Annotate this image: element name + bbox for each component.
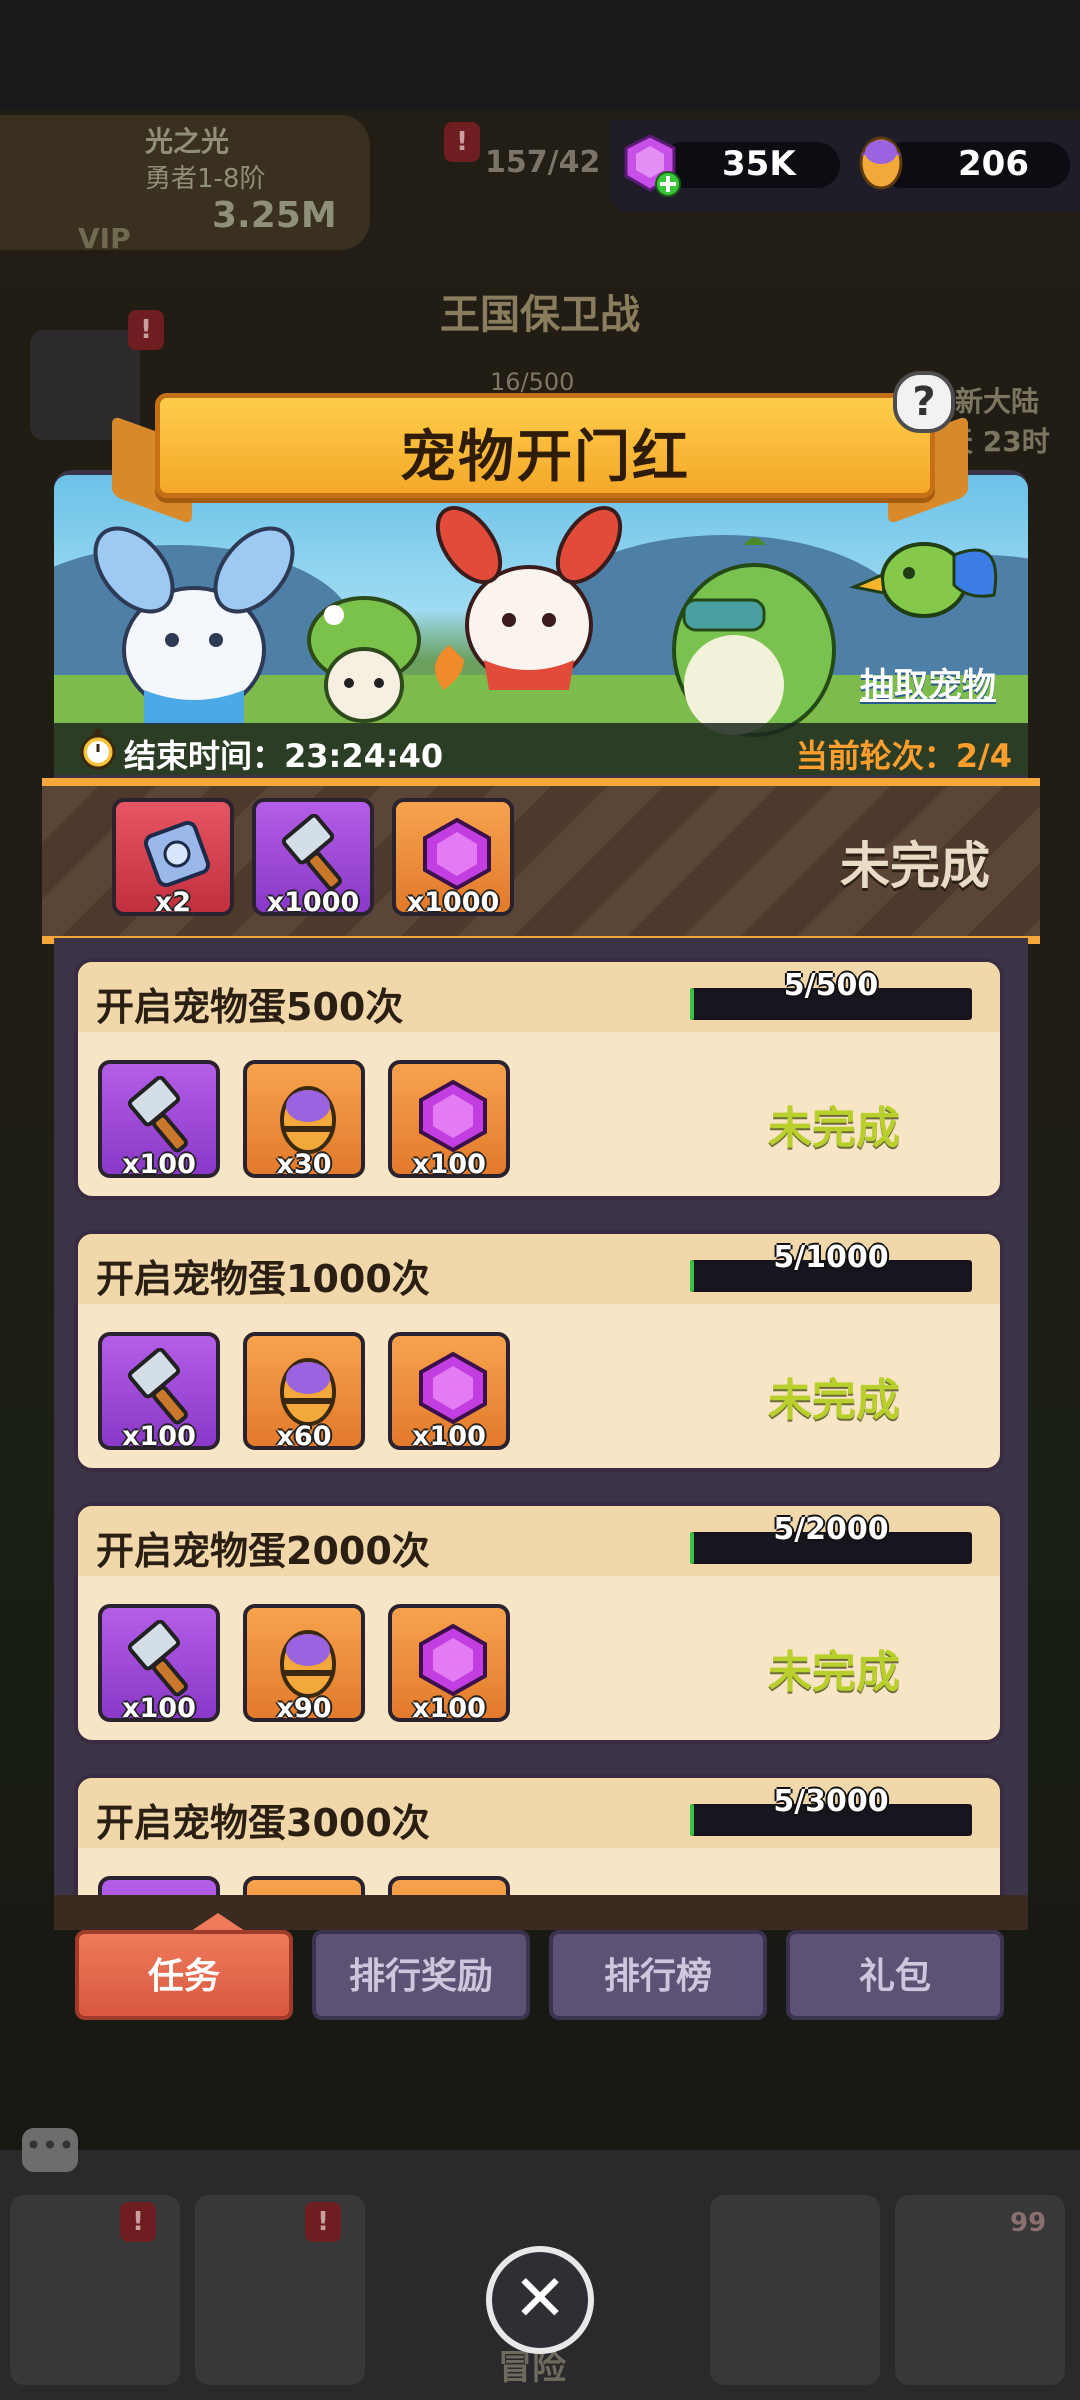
reward-quantity: x30: [276, 1149, 332, 1180]
grand-reward-gem[interactable]: x1000: [392, 798, 514, 918]
hammer-icon: [281, 814, 342, 891]
reward-quantity: x100: [412, 1421, 486, 1452]
gem-icon: [419, 1351, 487, 1425]
close-button[interactable]: ✕: [486, 2246, 594, 2354]
grand-reward-status: 未完成: [840, 837, 990, 895]
task-header: 开启宠物蛋500次 5/500: [78, 962, 1000, 1032]
ticket-icon: [143, 820, 211, 888]
reward-quantity: x100: [122, 1421, 196, 1452]
egg-icon: [280, 1086, 336, 1154]
task-progress-count: 5/1000: [773, 1240, 889, 1275]
modal-title: 宠物开门红: [400, 425, 690, 490]
notification-badge: !: [444, 122, 480, 162]
task-title: 开启宠物蛋3000次: [96, 1801, 430, 1845]
task-reward-gem[interactable]: x100: [388, 1060, 510, 1180]
reward-quantity: x100: [122, 1149, 196, 1180]
egg-icon: [280, 1358, 336, 1426]
task-card: 开启宠物蛋500次 5/500 x100 x30 x100 未完成: [74, 958, 1004, 1200]
new-continent-label: 新大陆: [955, 385, 1040, 418]
parrot-pet: [848, 542, 998, 618]
kingdom-defense-banner: 王国保卫战: [440, 292, 640, 338]
task-header: 开启宠物蛋1000次 5/1000: [78, 1234, 1000, 1304]
reward-quantity: x1000: [266, 887, 360, 918]
gem-icon: [423, 817, 491, 891]
egg-icon: [856, 132, 906, 194]
hammer-icon: [127, 1348, 188, 1425]
gem-balance: 35K: [722, 144, 796, 184]
treasure-count: 99: [1010, 2208, 1047, 2238]
task-progress-count: 5/3000: [773, 1784, 889, 1819]
banner-progress: 16/500: [490, 368, 575, 396]
player-name: 光之光: [145, 125, 230, 158]
reward-quantity: x100: [122, 1693, 196, 1724]
current-round-label: 当前轮次：2/4: [795, 737, 1012, 775]
task-reward-hammer[interactable]: x100: [98, 1332, 220, 1452]
task-card: 开启宠物蛋2000次 5/2000 x100 x90 x100 未完成: [74, 1502, 1004, 1744]
task-card: 开启宠物蛋1000次 5/1000 x100 x60 x100 未完成: [74, 1230, 1004, 1472]
draw-pet-link[interactable]: 抽取宠物: [860, 658, 996, 707]
task-progress-count: 5/2000: [773, 1512, 889, 1547]
task-reward-egg[interactable]: x90: [243, 1604, 365, 1724]
grand-reward-ticket[interactable]: x2: [112, 798, 234, 918]
task-status: 未完成: [768, 1647, 900, 1698]
player-power: 3.25M: [212, 195, 337, 236]
grand-reward-hammer[interactable]: x1000: [252, 798, 374, 918]
task-header: 开启宠物蛋2000次 5/2000: [78, 1506, 1000, 1576]
player-rank: 勇者1-8阶: [145, 164, 266, 194]
task-title: 开启宠物蛋500次: [96, 985, 404, 1029]
reward-quantity: x1000: [406, 887, 500, 918]
title-banner: 宠物开门红: [155, 393, 935, 498]
upgrade-nav-icon: [710, 2195, 880, 2385]
reward-quantity: x90: [276, 1693, 332, 1724]
help-button[interactable]: ?: [893, 371, 955, 433]
notification-badge: !: [120, 2202, 156, 2242]
reward-quantity: x100: [412, 1693, 486, 1724]
stopwatch-icon: [78, 727, 118, 775]
tab-leaderboard[interactable]: 排行榜: [549, 1930, 767, 2020]
tab-rank-rewards[interactable]: 排行奖励: [312, 1930, 530, 2020]
vip-label: VIP: [78, 222, 131, 255]
fire-fox-pet: [435, 505, 623, 690]
task-reward-gem[interactable]: x100: [388, 1332, 510, 1452]
task-reward-egg[interactable]: x60: [243, 1332, 365, 1452]
reward-quantity: x60: [276, 1421, 332, 1452]
task-reward-hammer[interactable]: x100: [98, 1604, 220, 1724]
task-reward-gem[interactable]: x100: [388, 1604, 510, 1724]
end-time-label: 结束时间：23:24:40: [124, 737, 444, 775]
task-card: 开启宠物蛋3000次 5/3000: [74, 1774, 1004, 1898]
task-status: 未完成: [768, 1103, 900, 1154]
reward-quantity: x100: [412, 1149, 486, 1180]
hammer-icon: [127, 1076, 188, 1153]
egg-icon: [280, 1630, 336, 1698]
frog-pet: [672, 537, 836, 737]
task-progress-count: 5/500: [783, 968, 879, 1003]
grand-reward-strip: x2 x1000 x1000 未完成: [42, 778, 1040, 944]
gem-icon: [419, 1623, 487, 1697]
gem-add-icon[interactable]: [622, 132, 682, 202]
reward-quantity: x2: [154, 887, 192, 918]
task-title: 开启宠物蛋1000次: [96, 1257, 430, 1301]
hammer-icon: [127, 1620, 188, 1697]
task-header: 开启宠物蛋3000次 5/3000: [78, 1778, 1000, 1848]
task-title: 开启宠物蛋2000次: [96, 1529, 430, 1573]
task-reward-egg[interactable]: x30: [243, 1060, 365, 1180]
notification-badge: !: [128, 310, 164, 350]
stamina-counter: 157/42: [485, 145, 601, 180]
gem-icon: [419, 1079, 487, 1153]
task-reward-hammer[interactable]: x100: [98, 1060, 220, 1180]
notification-badge: !: [305, 2202, 341, 2242]
task-list[interactable]: 开启宠物蛋500次 5/500 x100 x30 x100 未完成 开启宠物蛋1…: [54, 938, 1028, 1898]
tab-gift-pack[interactable]: 礼包: [786, 1930, 1004, 2020]
tab-tasks[interactable]: 任务: [75, 1930, 293, 2020]
chat-icon: •••: [22, 2128, 78, 2172]
egg-balance: 206: [958, 144, 1029, 184]
event-timer-bar: 结束时间：23:24:40 当前轮次：2/4: [54, 723, 1028, 775]
task-status: 未完成: [768, 1375, 900, 1426]
